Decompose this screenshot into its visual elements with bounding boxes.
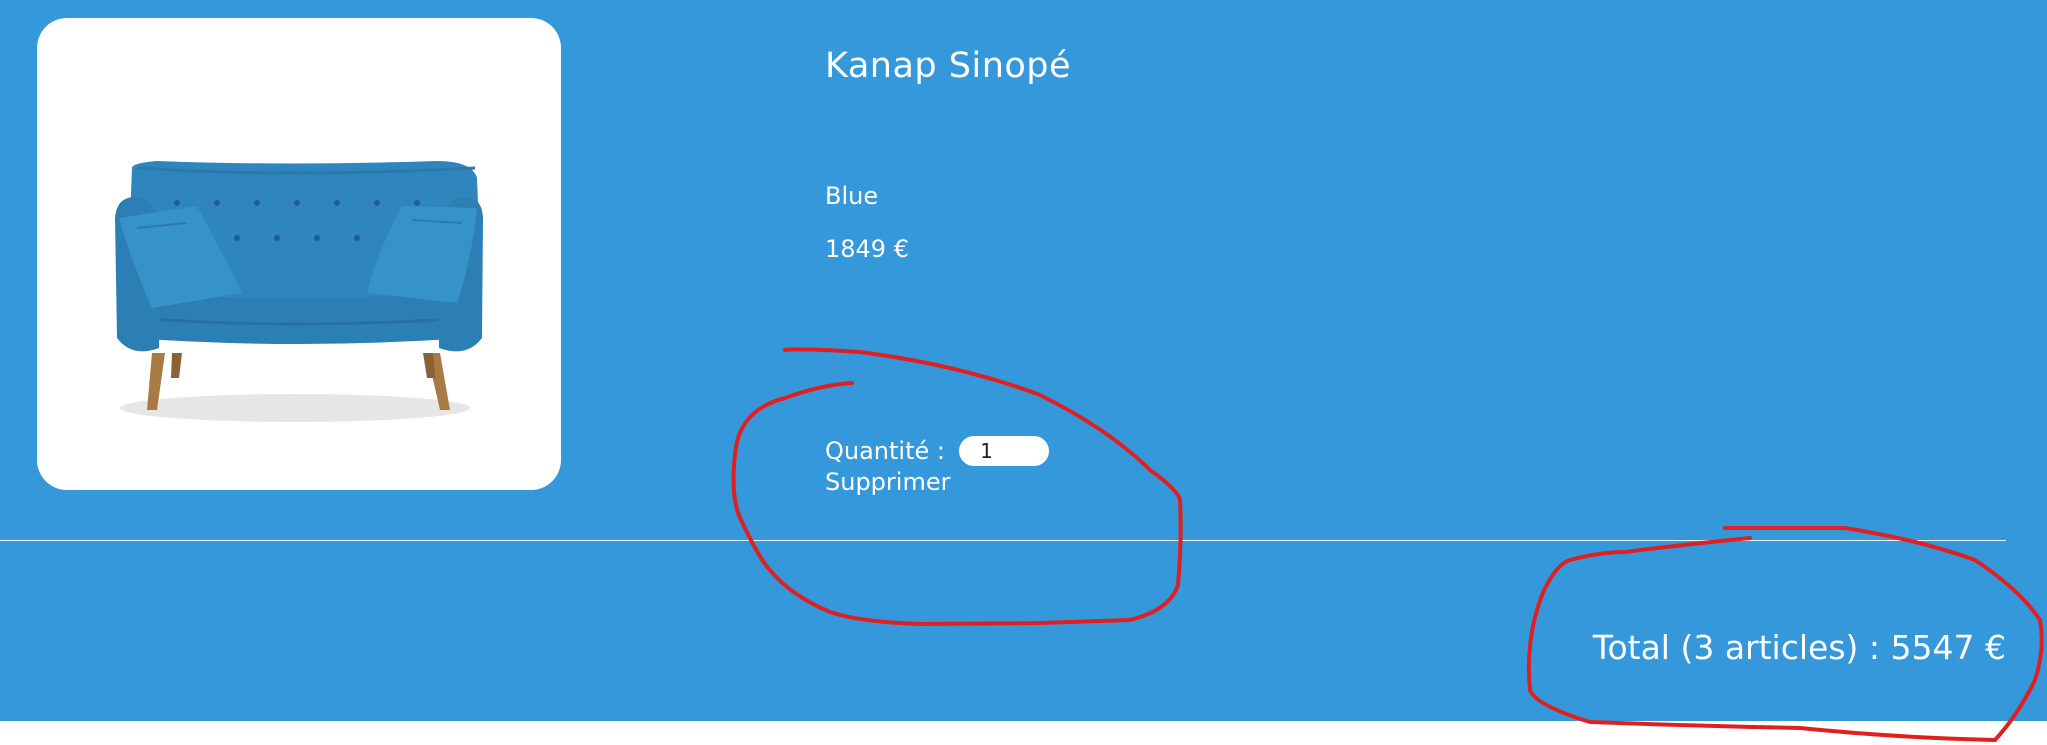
total-label: Total ( (1592, 628, 1694, 667)
total-amount: 5547 (1890, 628, 1975, 667)
total-item-count: 3 (1693, 628, 1715, 667)
product-color: Blue (825, 182, 879, 210)
total-currency: € (1974, 628, 2006, 667)
cart-item-panel: Kanap Sinopé Blue 1849 € Quantité : Supp… (0, 0, 2047, 721)
product-price: 1849 € (825, 235, 909, 263)
quantity-row: Quantité : (825, 436, 1049, 466)
quantity-label: Quantité : (825, 437, 945, 465)
product-name: Kanap Sinopé (825, 46, 1072, 86)
product-image (37, 18, 561, 490)
divider (0, 540, 2006, 541)
quantity-input[interactable] (959, 436, 1049, 466)
cart-total: Total (3 articles) : 5547 € (1593, 628, 2006, 667)
delete-item-button[interactable]: Supprimer (825, 468, 950, 496)
total-articles-label: articles) : (1714, 628, 1891, 667)
sofa-image (115, 161, 483, 422)
